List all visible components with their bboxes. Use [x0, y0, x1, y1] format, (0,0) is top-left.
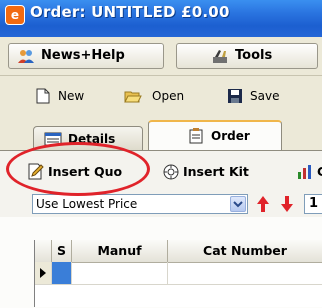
people-icon — [17, 48, 35, 64]
bar-chart-icon — [296, 163, 314, 180]
new-button[interactable]: New — [34, 86, 94, 108]
details-icon — [44, 131, 62, 147]
quantity-value: 1 — [309, 196, 319, 211]
menu-bar: News+Help Tools — [0, 37, 322, 76]
app-icon: e — [5, 5, 25, 25]
save-label: Save — [250, 89, 280, 103]
tab-order-label: Order — [211, 129, 250, 143]
new-document-icon — [34, 88, 52, 104]
tab-strip: Details Order — [0, 118, 322, 150]
move-down-arrow-icon[interactable] — [280, 194, 294, 214]
column-header-cat-number[interactable]: Cat Number — [168, 240, 322, 262]
quantity-field[interactable]: 1 — [304, 194, 322, 214]
insert-quote-icon — [27, 163, 45, 180]
cat-number-cell[interactable] — [168, 262, 322, 284]
column-header-s[interactable]: S — [52, 240, 72, 262]
insert-kit-icon — [162, 163, 180, 180]
open-folder-icon — [124, 88, 142, 104]
tools-label: Tools — [235, 48, 273, 63]
tools-button[interactable]: Tools — [176, 43, 318, 69]
insert-kit-button[interactable]: Insert Kit — [162, 162, 270, 182]
column-header-manuf[interactable]: Manuf — [72, 240, 168, 262]
tab-details[interactable]: Details — [33, 126, 143, 150]
insert-quote-label: Insert Quo — [48, 164, 123, 179]
insert-quote-button[interactable]: Insert Quo — [27, 162, 151, 182]
save-button[interactable]: Save — [226, 86, 306, 108]
order-toolbar: Insert Quo Insert Kit C — [0, 151, 322, 191]
price-row: Use Lowest Price 1 — [0, 191, 322, 217]
toolbar: New Open Save — [0, 76, 322, 118]
save-disk-icon — [226, 88, 244, 104]
row-pointer-icon — [40, 268, 46, 278]
table-row[interactable] — [35, 262, 322, 285]
new-label: New — [58, 89, 85, 103]
row-indicator[interactable] — [35, 262, 52, 284]
open-label: Open — [152, 89, 185, 103]
price-mode-value: Use Lowest Price — [36, 197, 138, 211]
order-clipboard-icon — [187, 128, 205, 144]
order-lines-table: S Manuf Cat Number — [34, 240, 322, 307]
table-header: S Manuf Cat Number — [35, 240, 322, 263]
open-button[interactable]: Open — [124, 86, 194, 108]
tab-details-label: Details — [68, 132, 116, 146]
title-bar: e Order: UNTITLED £0.00 — [0, 0, 322, 37]
row-header-corner — [35, 240, 52, 262]
selected-cell[interactable] — [52, 262, 72, 284]
tab-order[interactable]: Order — [148, 120, 282, 150]
price-mode-select[interactable]: Use Lowest Price — [32, 194, 248, 214]
chevron-down-icon[interactable] — [230, 196, 246, 212]
partial-toolbar-label: C — [317, 164, 322, 179]
insert-kit-label: Insert Kit — [183, 164, 249, 179]
tools-icon — [211, 48, 229, 64]
window-title: Order: UNTITLED £0.00 — [30, 3, 230, 21]
move-up-arrow-icon[interactable] — [256, 194, 270, 214]
news-help-button[interactable]: News+Help — [8, 43, 164, 69]
partial-toolbar-button[interactable]: C — [296, 162, 322, 182]
manuf-cell[interactable] — [72, 262, 168, 284]
news-help-label: News+Help — [41, 48, 125, 63]
